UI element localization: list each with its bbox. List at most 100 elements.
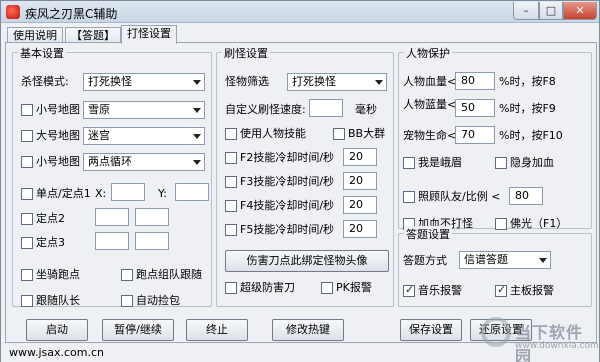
super-anti-label: 超级防害刀 [240,281,295,294]
hotkey-button[interactable]: 修改热键 [272,319,344,341]
kill-mode-value: 打死换怪 [88,75,132,88]
follow-leader-label: 跟随队长 [36,294,80,307]
brush-settings-title: 刷怪设置 [222,45,270,61]
f4-skill-checkbox[interactable] [225,200,237,212]
pk-alarm-checkbox[interactable] [321,282,333,294]
custom-speed-input[interactable] [309,99,343,117]
point1-checkbox[interactable] [21,188,33,200]
app-icon [6,5,20,19]
f2-skill-checkbox[interactable] [225,152,237,164]
small-map2-checkbox[interactable] [21,156,33,168]
pet-suffix: %时，按F10 [499,129,563,142]
music-alarm-checkbox[interactable] [403,283,415,297]
save-settings-button[interactable]: 保存设置 [400,319,462,341]
bb-group-label: BB大群 [348,127,386,140]
start-button[interactable]: 启动 [26,319,88,341]
point1-label: 单点/定点1 [36,187,91,200]
f3-skill-checkbox[interactable] [225,176,237,188]
team-follow-checkbox[interactable] [121,269,133,281]
f5-skill-input[interactable]: 20 [343,220,377,238]
watermark-logo-icon [481,317,511,347]
hp-label: 人物血量< [403,75,457,88]
main-window: 疾风之刃黑C辅助 – □ ✕ 使用说明 【答题】 打怪设置 基本设置 杀怪模式:… [0,0,600,362]
point1-y-input[interactable] [175,183,209,201]
custom-speed-unit: 毫秒 [355,103,377,116]
minimize-button[interactable]: – [513,2,539,20]
point3-y-input[interactable] [135,232,169,250]
mp-input[interactable]: 50 [455,99,495,117]
chevron-down-icon [193,134,201,139]
team-ratio-label: 照顾队友/比例 < [418,190,501,203]
small-map2-value: 两点循环 [88,155,132,168]
tab-usage[interactable]: 使用说明 [7,27,63,43]
use-skill-checkbox[interactable] [225,128,237,140]
small-map-select[interactable]: 雪原 [83,101,205,119]
kill-mode-label: 杀怪模式: [21,75,69,88]
f3-skill-input[interactable]: 20 [343,172,377,190]
follow-leader-checkbox[interactable] [21,295,33,307]
x-label: X: [95,187,107,200]
pet-input[interactable]: 70 [455,126,495,144]
answer-method-value: 信谱答题 [464,253,508,266]
point2-x-input[interactable] [95,208,129,226]
watermark: 当下软件园 www.downxia.com [481,311,599,362]
f2-skill-input[interactable]: 20 [343,148,377,166]
point2-checkbox[interactable] [21,213,33,225]
filter-value: 打死换怪 [292,75,336,88]
f5-skill-checkbox[interactable] [225,224,237,236]
point1-x-input[interactable] [111,183,145,201]
big-map-select[interactable]: 迷宫 [83,127,205,145]
y-label: Y: [158,187,167,200]
answer-method-select[interactable]: 信谱答题 [459,251,551,269]
super-anti-checkbox[interactable] [225,282,237,294]
maximize-button[interactable]: □ [539,2,563,20]
mount-run-checkbox[interactable] [21,269,33,281]
board-alarm-label: 主板报警 [510,284,554,297]
buddha-light-checkbox[interactable] [495,218,507,230]
chevron-down-icon [193,80,201,85]
mount-run-label: 坐骑跑点 [36,268,80,281]
music-alarm-label: 音乐报警 [418,284,462,297]
status-url: www.jsax.com.cn [9,346,105,359]
small-map2-label: 小号地图 [36,155,80,168]
board-alarm-checkbox[interactable] [495,283,507,297]
small-map-checkbox[interactable] [21,104,33,116]
basic-settings-title: 基本设置 [18,45,66,61]
f4-skill-input[interactable]: 20 [343,196,377,214]
stealth-heal-checkbox[interactable] [495,157,507,169]
big-map-checkbox[interactable] [21,130,33,142]
window-title: 疾风之刃黑C辅助 [25,7,118,21]
point3-checkbox[interactable] [21,237,33,249]
filter-select[interactable]: 打死换怪 [287,73,387,91]
auto-pickup-checkbox[interactable] [121,295,133,307]
bb-group-checkbox[interactable] [333,128,345,140]
f4-skill-label: F4技能冷却时间/秒 [240,199,335,212]
pk-alarm-label: PK报警 [336,281,372,294]
point2-y-input[interactable] [135,208,169,226]
team-ratio-input[interactable]: 80 [509,187,543,205]
stealth-heal-label: 隐身加血 [510,156,554,169]
small-map2-select[interactable]: 两点循环 [83,153,205,171]
point3-label: 定点3 [36,236,65,249]
tab-answer[interactable]: 【答题】 [65,27,121,43]
stop-button[interactable]: 终止 [186,319,248,341]
team-ratio-checkbox[interactable] [403,191,415,203]
kill-mode-select[interactable]: 打死换怪 [83,73,205,91]
custom-speed-label: 自定义刷怪速度: [225,103,306,116]
bind-monster-avatar-button[interactable]: 伤害刀点此绑定怪物头像 [225,250,389,272]
hp-input[interactable]: 80 [455,72,495,90]
chevron-down-icon [193,108,201,113]
point3-x-input[interactable] [95,232,129,250]
buddha-light-label: 佛光（F1） [510,217,568,230]
pause-resume-button[interactable]: 暂停/继续 [102,319,174,341]
protect-title: 人物保护 [404,45,452,61]
chevron-down-icon [539,258,547,263]
emei-checkbox[interactable] [403,157,415,169]
emei-label: 我是峨眉 [418,156,462,169]
f5-skill-label: F5技能冷却时间/秒 [240,223,335,236]
close-button[interactable]: ✕ [563,2,597,20]
basic-settings-group: 基本设置 杀怪模式: 打死换怪 小号地图 雪原 大号地图 迷宫 小号地图 两点循… [12,45,212,307]
mp-suffix: %时，按F9 [499,102,556,115]
tab-monster-settings[interactable]: 打怪设置 [121,25,177,44]
brush-settings-group: 刷怪设置 怪物筛选 打死换怪 自定义刷怪速度: 毫秒 使用人物技能 BB大群 F… [216,45,394,307]
